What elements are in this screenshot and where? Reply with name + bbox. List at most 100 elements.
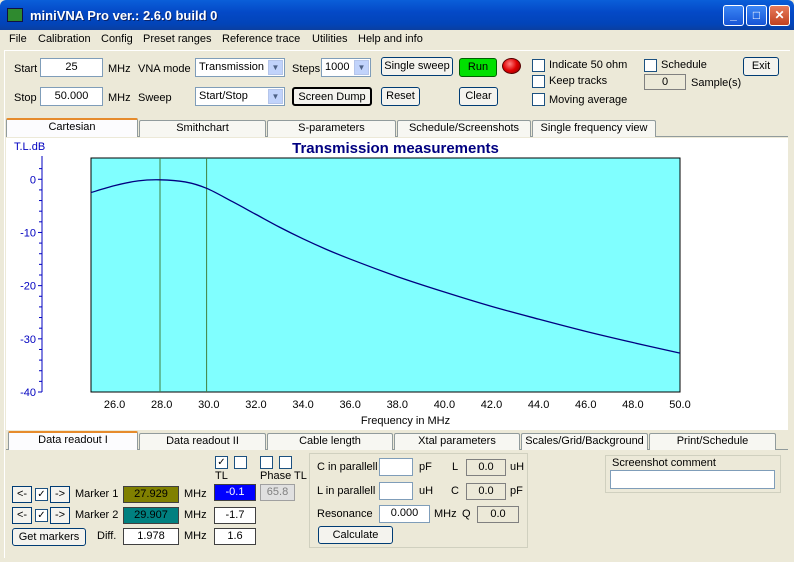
q-value: 0.0 xyxy=(477,506,519,523)
marker2-label: Marker 2 xyxy=(75,509,119,521)
resonance-input[interactable]: 0.000 xyxy=(379,505,430,523)
menu-reference-trace[interactable]: Reference trace xyxy=(222,33,300,45)
marker1-right-button[interactable]: -> xyxy=(50,486,70,503)
x-axis-label: Frequency in MHz xyxy=(361,415,450,427)
steps-label: Steps xyxy=(292,63,321,75)
clear-button[interactable]: Clear xyxy=(459,87,498,106)
tab-scales-grid[interactable]: Scales/Grid/Background xyxy=(521,433,648,450)
window-title: miniVNA Pro ver.: 2.6.0 build 0 xyxy=(30,8,218,23)
tab-single-frequency[interactable]: Single frequency view xyxy=(532,120,656,137)
menu-calibration[interactable]: Calibration xyxy=(38,33,91,45)
l-parallel-label: L in parallell xyxy=(317,485,376,497)
stop-unit: MHz xyxy=(108,92,131,104)
start-input[interactable]: 25 xyxy=(40,58,103,77)
l-result-label: L xyxy=(452,461,459,473)
x-tick-label: 46.0 xyxy=(575,399,596,411)
reset-button[interactable]: Reset xyxy=(381,87,420,106)
calculate-button[interactable]: Calculate xyxy=(318,526,393,544)
menu-config[interactable]: Config xyxy=(101,33,133,45)
keep-tracks-checkbox[interactable] xyxy=(532,75,545,88)
menu-file[interactable]: File xyxy=(9,33,27,45)
vna-mode-select[interactable]: Transmission ▼ xyxy=(195,58,285,77)
close-button[interactable]: ✕ xyxy=(769,5,790,26)
tl-extra-checkbox[interactable] xyxy=(234,456,247,469)
diff-tl: 1.6 xyxy=(214,528,256,545)
c-parallel-input[interactable] xyxy=(379,458,413,476)
x-tick-label: 48.0 xyxy=(622,399,643,411)
phase-checkbox[interactable] xyxy=(260,456,273,469)
plot-area xyxy=(90,157,681,393)
dropdown-arrow-icon: ▼ xyxy=(268,89,283,104)
l-parallel-input[interactable] xyxy=(379,482,413,500)
menu-utilities[interactable]: Utilities xyxy=(312,33,347,45)
schedule-label: Schedule xyxy=(661,59,707,71)
tab-xtal-parameters[interactable]: Xtal parameters xyxy=(394,433,520,450)
x-tick-label: 40.0 xyxy=(434,399,455,411)
menu-help[interactable]: Help and info xyxy=(358,33,423,45)
tab-schedule-screenshots[interactable]: Schedule/Screenshots xyxy=(397,120,531,137)
c-parallel-label: C in parallell xyxy=(317,461,378,473)
marker2-unit: MHz xyxy=(184,509,207,521)
l-result-value: 0.0 xyxy=(466,459,506,476)
keep-tracks-label: Keep tracks xyxy=(549,75,608,87)
minimize-button[interactable]: _ xyxy=(723,5,744,26)
steps-select[interactable]: 1000 ▼ xyxy=(321,58,371,77)
marker2-checkbox[interactable]: ✓ xyxy=(35,509,48,522)
y-tick-label: -10 xyxy=(20,227,36,239)
diff-frequency: 1.978 xyxy=(123,528,179,545)
c-result-unit: pF xyxy=(510,485,523,497)
maximize-button[interactable]: □ xyxy=(746,5,767,26)
tab-cartesian[interactable]: Cartesian xyxy=(6,118,138,137)
tab-s-parameters[interactable]: S-parameters xyxy=(267,120,396,137)
diff-label: Diff. xyxy=(97,530,117,542)
tl-checkbox[interactable]: ✓ xyxy=(215,456,228,469)
single-sweep-button[interactable]: Single sweep xyxy=(381,57,453,76)
sweep-select[interactable]: Start/Stop ▼ xyxy=(195,87,285,106)
schedule-checkbox[interactable] xyxy=(644,59,657,72)
y-axis-label: T.L.dB xyxy=(14,141,45,153)
run-button[interactable]: Run xyxy=(459,58,497,77)
x-tick-label: 42.0 xyxy=(481,399,502,411)
tab-data-readout-2[interactable]: Data readout II xyxy=(139,433,266,450)
marker2-left-button[interactable]: <- xyxy=(12,507,32,524)
vna-mode-label: VNA mode xyxy=(138,63,191,75)
start-label: Start xyxy=(14,63,38,75)
x-tick-label: 44.0 xyxy=(528,399,549,411)
y-tick-label: -30 xyxy=(20,334,36,346)
marker1-checkbox[interactable]: ✓ xyxy=(35,488,48,501)
marker1-frequency: 27.929 xyxy=(123,486,179,503)
tab-smithchart[interactable]: Smithchart xyxy=(139,120,266,137)
tab-data-readout-1[interactable]: Data readout I xyxy=(8,431,138,450)
get-markers-button[interactable]: Get markers xyxy=(12,528,86,546)
c-result-value: 0.0 xyxy=(466,483,506,500)
bottom-tab-bar: Data readout I Data readout II Cable len… xyxy=(6,431,788,450)
indicate-50-label: Indicate 50 ohm xyxy=(549,59,628,71)
screen-dump-button[interactable]: Screen Dump xyxy=(292,87,372,106)
x-tick-label: 28.0 xyxy=(151,399,172,411)
tab-print-schedule[interactable]: Print/Schedule xyxy=(649,433,776,450)
menu-preset-ranges[interactable]: Preset ranges xyxy=(143,33,211,45)
l-result-unit: uH xyxy=(510,461,525,473)
sweep-label: Sweep xyxy=(138,92,172,104)
indicate-50-checkbox[interactable] xyxy=(532,59,545,72)
x-tick-label: 26.0 xyxy=(104,399,125,411)
stop-label: Stop xyxy=(14,92,37,104)
resonance-unit: MHz xyxy=(434,508,457,520)
app-icon xyxy=(7,8,23,22)
marker1-left-button[interactable]: <- xyxy=(12,486,32,503)
moving-average-checkbox[interactable] xyxy=(532,93,545,106)
tab-cable-length[interactable]: Cable length xyxy=(267,433,393,450)
phase-header: Phase TL xyxy=(260,470,307,482)
diff-unit: MHz xyxy=(184,530,207,542)
screenshot-comment-input[interactable] xyxy=(610,470,775,489)
stop-input[interactable]: 50.000 xyxy=(40,87,103,106)
marker1-unit: MHz xyxy=(184,488,207,500)
dropdown-arrow-icon: ▼ xyxy=(354,60,369,75)
marker1-label: Marker 1 xyxy=(75,488,119,500)
y-tick-label: 0 xyxy=(30,174,36,186)
dropdown-arrow-icon: ▼ xyxy=(268,60,283,75)
phase-extra-checkbox[interactable] xyxy=(279,456,292,469)
marker2-right-button[interactable]: -> xyxy=(50,507,70,524)
c-result-label: C xyxy=(451,485,459,497)
exit-button[interactable]: Exit xyxy=(743,57,779,76)
